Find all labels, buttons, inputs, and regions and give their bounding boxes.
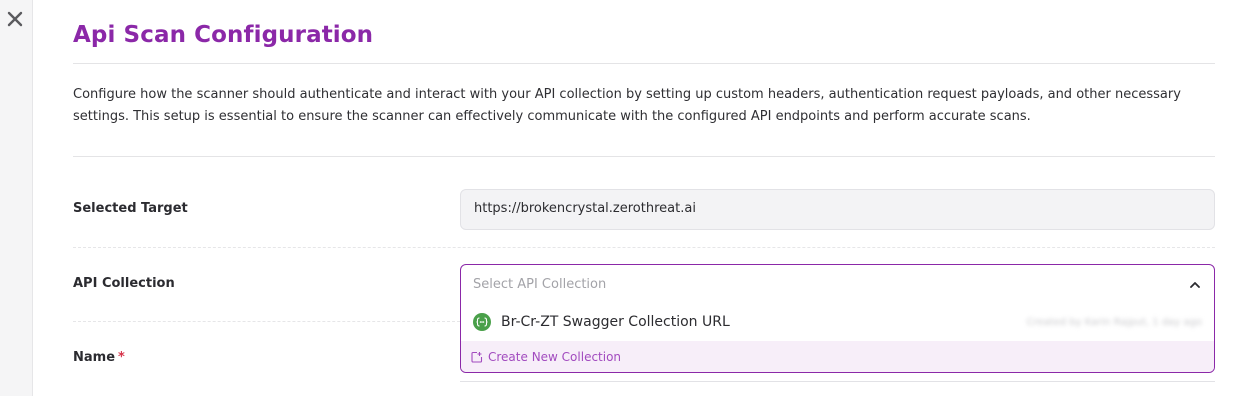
api-collection-label: API Collection xyxy=(73,276,175,291)
description-divider xyxy=(73,156,1215,157)
collection-option-label: Br-Cr-ZT Swagger Collection URL xyxy=(501,314,730,330)
chevron-up-icon[interactable] xyxy=(1188,277,1202,291)
create-new-collection-button[interactable]: Create New Collection xyxy=(461,341,1214,372)
external-add-icon xyxy=(471,348,483,367)
title-divider xyxy=(73,63,1215,64)
selected-target-label: Selected Target xyxy=(73,201,188,216)
api-collection-icon xyxy=(473,313,491,331)
collection-option[interactable]: Br-Cr-ZT Swagger Collection URL Created … xyxy=(461,303,1214,341)
row-divider xyxy=(73,321,460,322)
create-new-collection-label: Create New Collection xyxy=(488,350,622,364)
close-icon[interactable] xyxy=(4,8,26,30)
required-mark: * xyxy=(118,350,125,365)
name-label: Name * xyxy=(73,350,125,365)
page-title: Api Scan Configuration xyxy=(73,22,374,48)
api-collection-select-head[interactable]: Select API Collection xyxy=(461,265,1214,303)
left-rail xyxy=(0,0,33,396)
name-input[interactable] xyxy=(460,372,1215,382)
api-collection-select[interactable]: Select API Collection Br-Cr-ZT Swagger C… xyxy=(460,264,1215,373)
collection-option-meta: Created by Karin Rajput, 1 day ago xyxy=(1026,316,1202,328)
name-label-text: Name xyxy=(73,350,116,365)
scan-config-panel: Api Scan Configuration Configure how the… xyxy=(33,0,1255,396)
select-placeholder: Select API Collection xyxy=(473,276,607,292)
selected-target-field: https://brokencrystal.zerothreat.ai xyxy=(460,189,1215,230)
row-divider xyxy=(73,247,1215,248)
page-description: Configure how the scanner should authent… xyxy=(73,87,1181,124)
